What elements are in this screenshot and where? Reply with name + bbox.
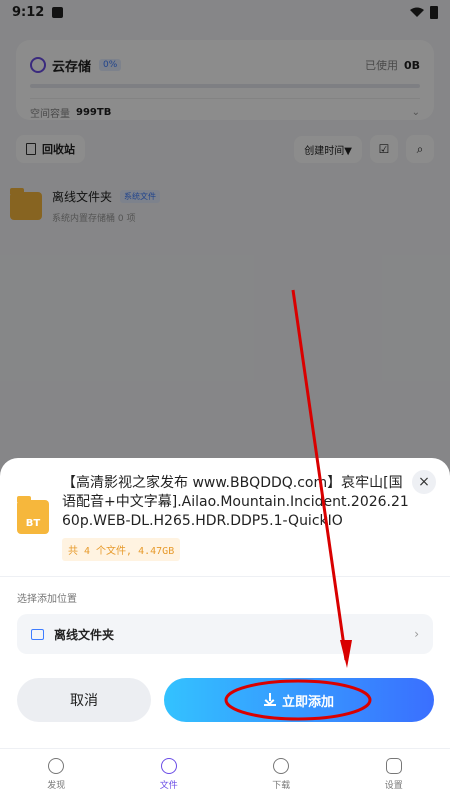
add-now-button[interactable]: 立即添加 <box>164 678 434 722</box>
bt-file-icon-label: BT <box>25 518 41 529</box>
bt-file-icon: BT <box>17 496 49 534</box>
close-button[interactable]: × <box>412 470 436 494</box>
gear-icon <box>385 758 402 774</box>
close-icon: × <box>418 474 430 490</box>
location-selector[interactable]: 离线文件夹 › <box>17 614 433 654</box>
tab-downloads[interactable]: 下载 <box>225 749 338 800</box>
chevron-right-icon: › <box>414 627 419 641</box>
cancel-button[interactable]: 取消 <box>17 678 151 722</box>
download-icon <box>273 758 290 774</box>
tab-label: 设置 <box>384 781 403 791</box>
compass-icon <box>48 758 65 774</box>
tab-discover[interactable]: 发现 <box>0 749 113 800</box>
download-icon <box>263 693 276 706</box>
tab-files[interactable]: 文件 <box>113 749 226 800</box>
location-section-label: 选择添加位置 <box>17 594 77 605</box>
bottom-tab-bar: 发现 文件 下载 设置 <box>0 748 450 800</box>
divider <box>0 576 450 577</box>
task-meta-badge: 共 4 个文件, 4.47GB <box>62 538 181 561</box>
tab-label: 下载 <box>272 781 291 791</box>
tab-label: 文件 <box>159 781 178 791</box>
location-label: 离线文件夹 <box>54 627 115 642</box>
tab-label: 发现 <box>47 781 66 791</box>
folder-outline-icon <box>31 628 44 640</box>
cloud-icon <box>160 758 177 774</box>
task-name: 【高清影视之家发布 www.BBQDDQ.com】哀牢山[国语配音+中文字幕].… <box>62 475 409 529</box>
tab-settings[interactable]: 设置 <box>338 749 450 800</box>
add-now-label: 立即添加 <box>281 694 334 710</box>
add-task-sheet: × BT 【高清影视之家发布 www.BBQDDQ.com】哀牢山[国语配音+中… <box>0 458 450 748</box>
